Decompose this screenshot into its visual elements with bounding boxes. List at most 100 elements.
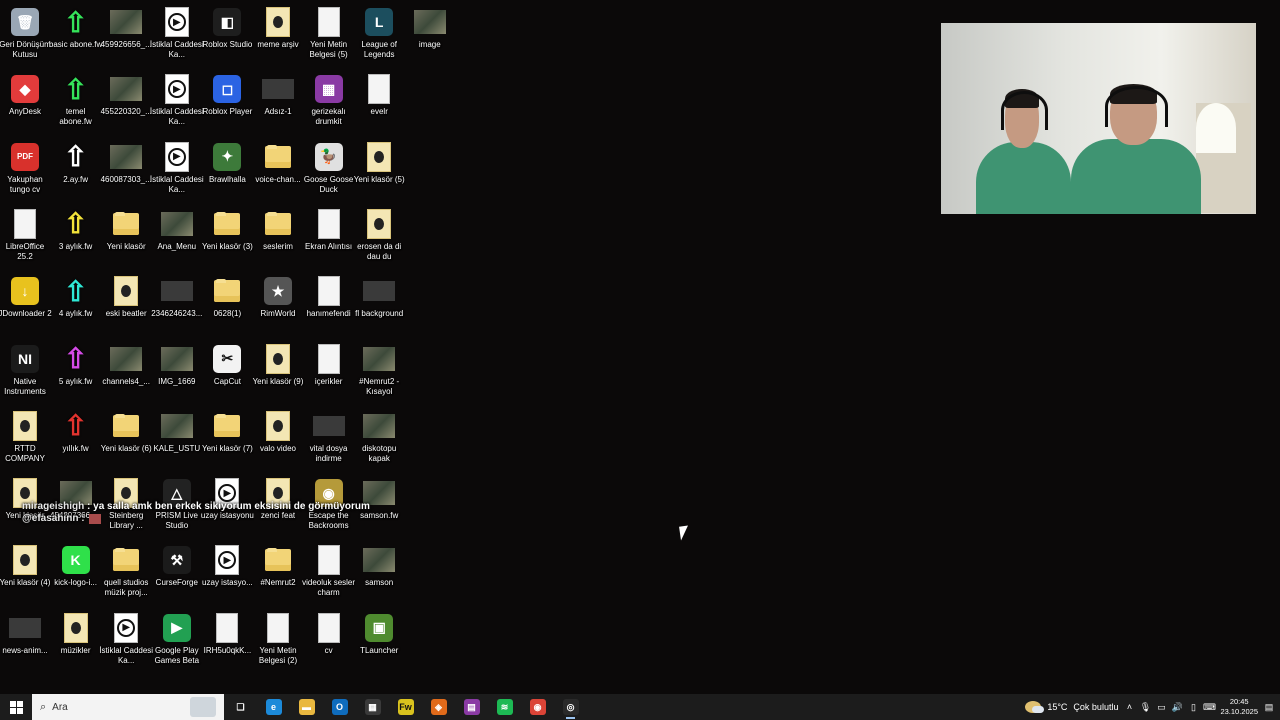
- desktop-icon[interactable]: RTTD COMPANY: [0, 410, 50, 472]
- desktop-icon[interactable]: ✦ Brawlhalla: [202, 141, 252, 203]
- desktop-icon[interactable]: ▣ TLauncher: [354, 612, 404, 674]
- desktop-icon[interactable]: ▦ gerizekalı drumkit: [304, 73, 354, 135]
- desktop-icon[interactable]: Ekran Alıntısı: [304, 208, 354, 270]
- desktop-icon[interactable]: Yeni klasör (7): [202, 410, 253, 472]
- desktop-icon[interactable]: Yeni klasör (5): [354, 141, 405, 203]
- network-icon[interactable]: ▭: [1156, 702, 1166, 712]
- desktop-icon[interactable]: müzikler: [51, 612, 101, 674]
- desktop-icon[interactable]: valo video: [253, 410, 303, 472]
- taskbar-obs-button[interactable]: ◎: [554, 694, 587, 720]
- desktop-icon[interactable]: L League of Legends: [354, 6, 404, 68]
- desktop-icon[interactable]: #Nemrut2 - Kısayol: [354, 343, 404, 405]
- desktop-icon[interactable]: 2346246243...: [151, 275, 202, 337]
- desktop-icon[interactable]: ◧ Roblox Studio: [202, 6, 252, 68]
- clock-time: 20:45: [1229, 697, 1249, 706]
- desktop-icon[interactable]: vital dosya indirme: [304, 410, 354, 472]
- desktop-icon[interactable]: image: [405, 6, 455, 68]
- desktop-icon[interactable]: Ana_Menu: [152, 208, 202, 270]
- desktop-icon[interactable]: IRH5u0qkK...: [202, 612, 252, 674]
- clock[interactable]: 20:45 23.10.2025: [1220, 697, 1258, 717]
- desktop-icon[interactable]: Yeni klasör (3): [202, 208, 253, 270]
- taskbar-store-button[interactable]: ▦: [356, 694, 389, 720]
- desktop-icon[interactable]: diskotopu kapak: [354, 410, 404, 472]
- desktop-icon[interactable]: yıllık.fw: [51, 410, 101, 472]
- taskbar-edge-button[interactable]: e: [257, 694, 290, 720]
- taskbar-search-box[interactable]: ⌕ Ara: [32, 694, 224, 720]
- desktop-icon[interactable]: Kkick-logo-i...: [51, 544, 101, 606]
- desktop-icon[interactable]: ◻ Roblox Player: [202, 73, 252, 135]
- desktop-icon[interactable]: Yeni klasör (6): [101, 410, 152, 472]
- desktop-icon[interactable]: 0628(1): [202, 275, 252, 337]
- desktop-icon[interactable]: ✂ CapCut: [202, 343, 252, 405]
- desktop-icon[interactable]: channels4_...: [101, 343, 151, 405]
- desktop-icon[interactable]: İstiklal Caddesi Ka...: [150, 73, 204, 135]
- notification-icon[interactable]: ▤: [1264, 702, 1274, 712]
- desktop-icon[interactable]: voice-chan...: [253, 141, 303, 203]
- desktop-icon[interactable]: hanımefendi: [304, 275, 354, 337]
- desktop-icon[interactable]: quell studios müzik proj...: [101, 544, 151, 606]
- weather-icon[interactable]: [1025, 701, 1045, 713]
- chevron-up-icon[interactable]: ˄: [1124, 702, 1134, 712]
- desktop-icon[interactable]: İstiklal Caddesi Ka...: [150, 6, 204, 68]
- desktop-icon[interactable]: 460087303_...: [101, 141, 152, 203]
- taskbar-outlook-button[interactable]: O: [323, 694, 356, 720]
- desktop-icon[interactable]: 3 aylık.fw: [51, 208, 101, 270]
- weather-temp[interactable]: 15°C: [1047, 702, 1067, 712]
- desktop-icon[interactable]: news-anim...: [0, 612, 50, 674]
- desktop-icon[interactable]: ↓ JDownloader 2: [0, 275, 52, 337]
- desktop-icon[interactable]: NI Native Instruments: [0, 343, 50, 405]
- desktop-icon[interactable]: meme arşiv: [253, 6, 303, 68]
- desktop-icon[interactable]: fl background: [354, 275, 404, 337]
- taskbar-apps: ❏ e ▬ O ▦ Fw ◈ ▤ ≋ ◉ ◎: [224, 694, 587, 720]
- weather-text[interactable]: Çok bulutlu: [1073, 702, 1118, 712]
- desktop-icon[interactable]: PDF Yakuphan tungo cv: [0, 141, 50, 203]
- taskbar-shield-app-button[interactable]: ◈: [422, 694, 455, 720]
- desktop-icon[interactable]: evelr: [354, 73, 404, 135]
- desktop-icon[interactable]: İstiklal Caddesi Ka...: [99, 612, 153, 674]
- battery-icon[interactable]: ▯: [1188, 702, 1198, 712]
- taskbar-file-explorer-button[interactable]: ▬: [290, 694, 323, 720]
- microphone-icon[interactable]: 🎙: [1140, 702, 1151, 712]
- desktop-icon[interactable]: 🗑 Geri Dönüşüm Kutusu: [0, 6, 51, 68]
- desktop-icon[interactable]: erosen da di dau du: [354, 208, 404, 270]
- desktop-icon[interactable]: cv: [304, 612, 354, 674]
- desktop-icon[interactable]: videoluk sesler charm: [302, 544, 355, 606]
- desktop-icon[interactable]: temel abone.fw: [51, 73, 101, 135]
- desktop-icon[interactable]: IMG_1669: [152, 343, 202, 405]
- desktop-icon[interactable]: 459926656_...: [101, 6, 152, 68]
- desktop-icon[interactable]: 455220320_...: [101, 73, 152, 135]
- desktop-icon[interactable]: Yeni Metin Belgesi (2): [253, 612, 303, 674]
- desktop-icon[interactable]: 2.ay.fw: [51, 141, 101, 203]
- desktop-icon-label: cv: [324, 645, 333, 655]
- taskbar-winrar-button[interactable]: ▤: [455, 694, 488, 720]
- desktop-icon[interactable]: samson: [354, 544, 404, 606]
- desktop-icon[interactable]: KALE_USTU: [152, 410, 202, 472]
- desktop-icon[interactable]: Adsız-1: [253, 73, 303, 135]
- desktop-icon[interactable]: seslerim: [253, 208, 303, 270]
- desktop-icon[interactable]: ▶ Google Play Games Beta: [152, 612, 202, 674]
- desktop-icon[interactable]: LibreOffice 25.2: [0, 208, 50, 270]
- taskbar-task-view-button[interactable]: ❏: [224, 694, 257, 720]
- desktop-icon[interactable]: eski beatler: [101, 275, 151, 337]
- desktop-icon[interactable]: basic abone.fw: [49, 6, 102, 68]
- start-button[interactable]: [0, 694, 32, 720]
- desktop-icon[interactable]: 4 aylık.fw: [51, 275, 101, 337]
- desktop-icon[interactable]: Yeni klasör (4): [0, 544, 50, 606]
- keyboard-icon[interactable]: ⌨: [1203, 702, 1216, 712]
- desktop-icon[interactable]: ⚒ CurseForge: [152, 544, 202, 606]
- desktop-icon[interactable]: 5 aylık.fw: [51, 343, 101, 405]
- desktop-icon[interactable]: #Nemrut2: [253, 544, 303, 606]
- desktop-icon[interactable]: Yeni klasör: [101, 208, 151, 270]
- desktop-icon[interactable]: içerikler: [304, 343, 354, 405]
- taskbar-spotify-button[interactable]: ≋: [488, 694, 521, 720]
- desktop-icon[interactable]: Yeni Metin Belgesi (5): [304, 6, 354, 68]
- desktop-icon[interactable]: ◆ AnyDesk: [0, 73, 50, 135]
- desktop-icon[interactable]: uzay istasyo...: [202, 544, 253, 606]
- volume-icon[interactable]: 🔊: [1172, 702, 1183, 712]
- taskbar-chrome-button[interactable]: ◉: [521, 694, 554, 720]
- desktop-icon[interactable]: 🦆 Goose Goose Duck: [304, 141, 354, 203]
- desktop-icon[interactable]: Yeni klasör (9): [253, 343, 303, 405]
- taskbar-fl-studio-button[interactable]: Fw: [389, 694, 422, 720]
- desktop-icon[interactable]: İstiklal Caddesi Ka...: [150, 141, 204, 203]
- desktop-icon[interactable]: ★ RimWorld: [253, 275, 303, 337]
